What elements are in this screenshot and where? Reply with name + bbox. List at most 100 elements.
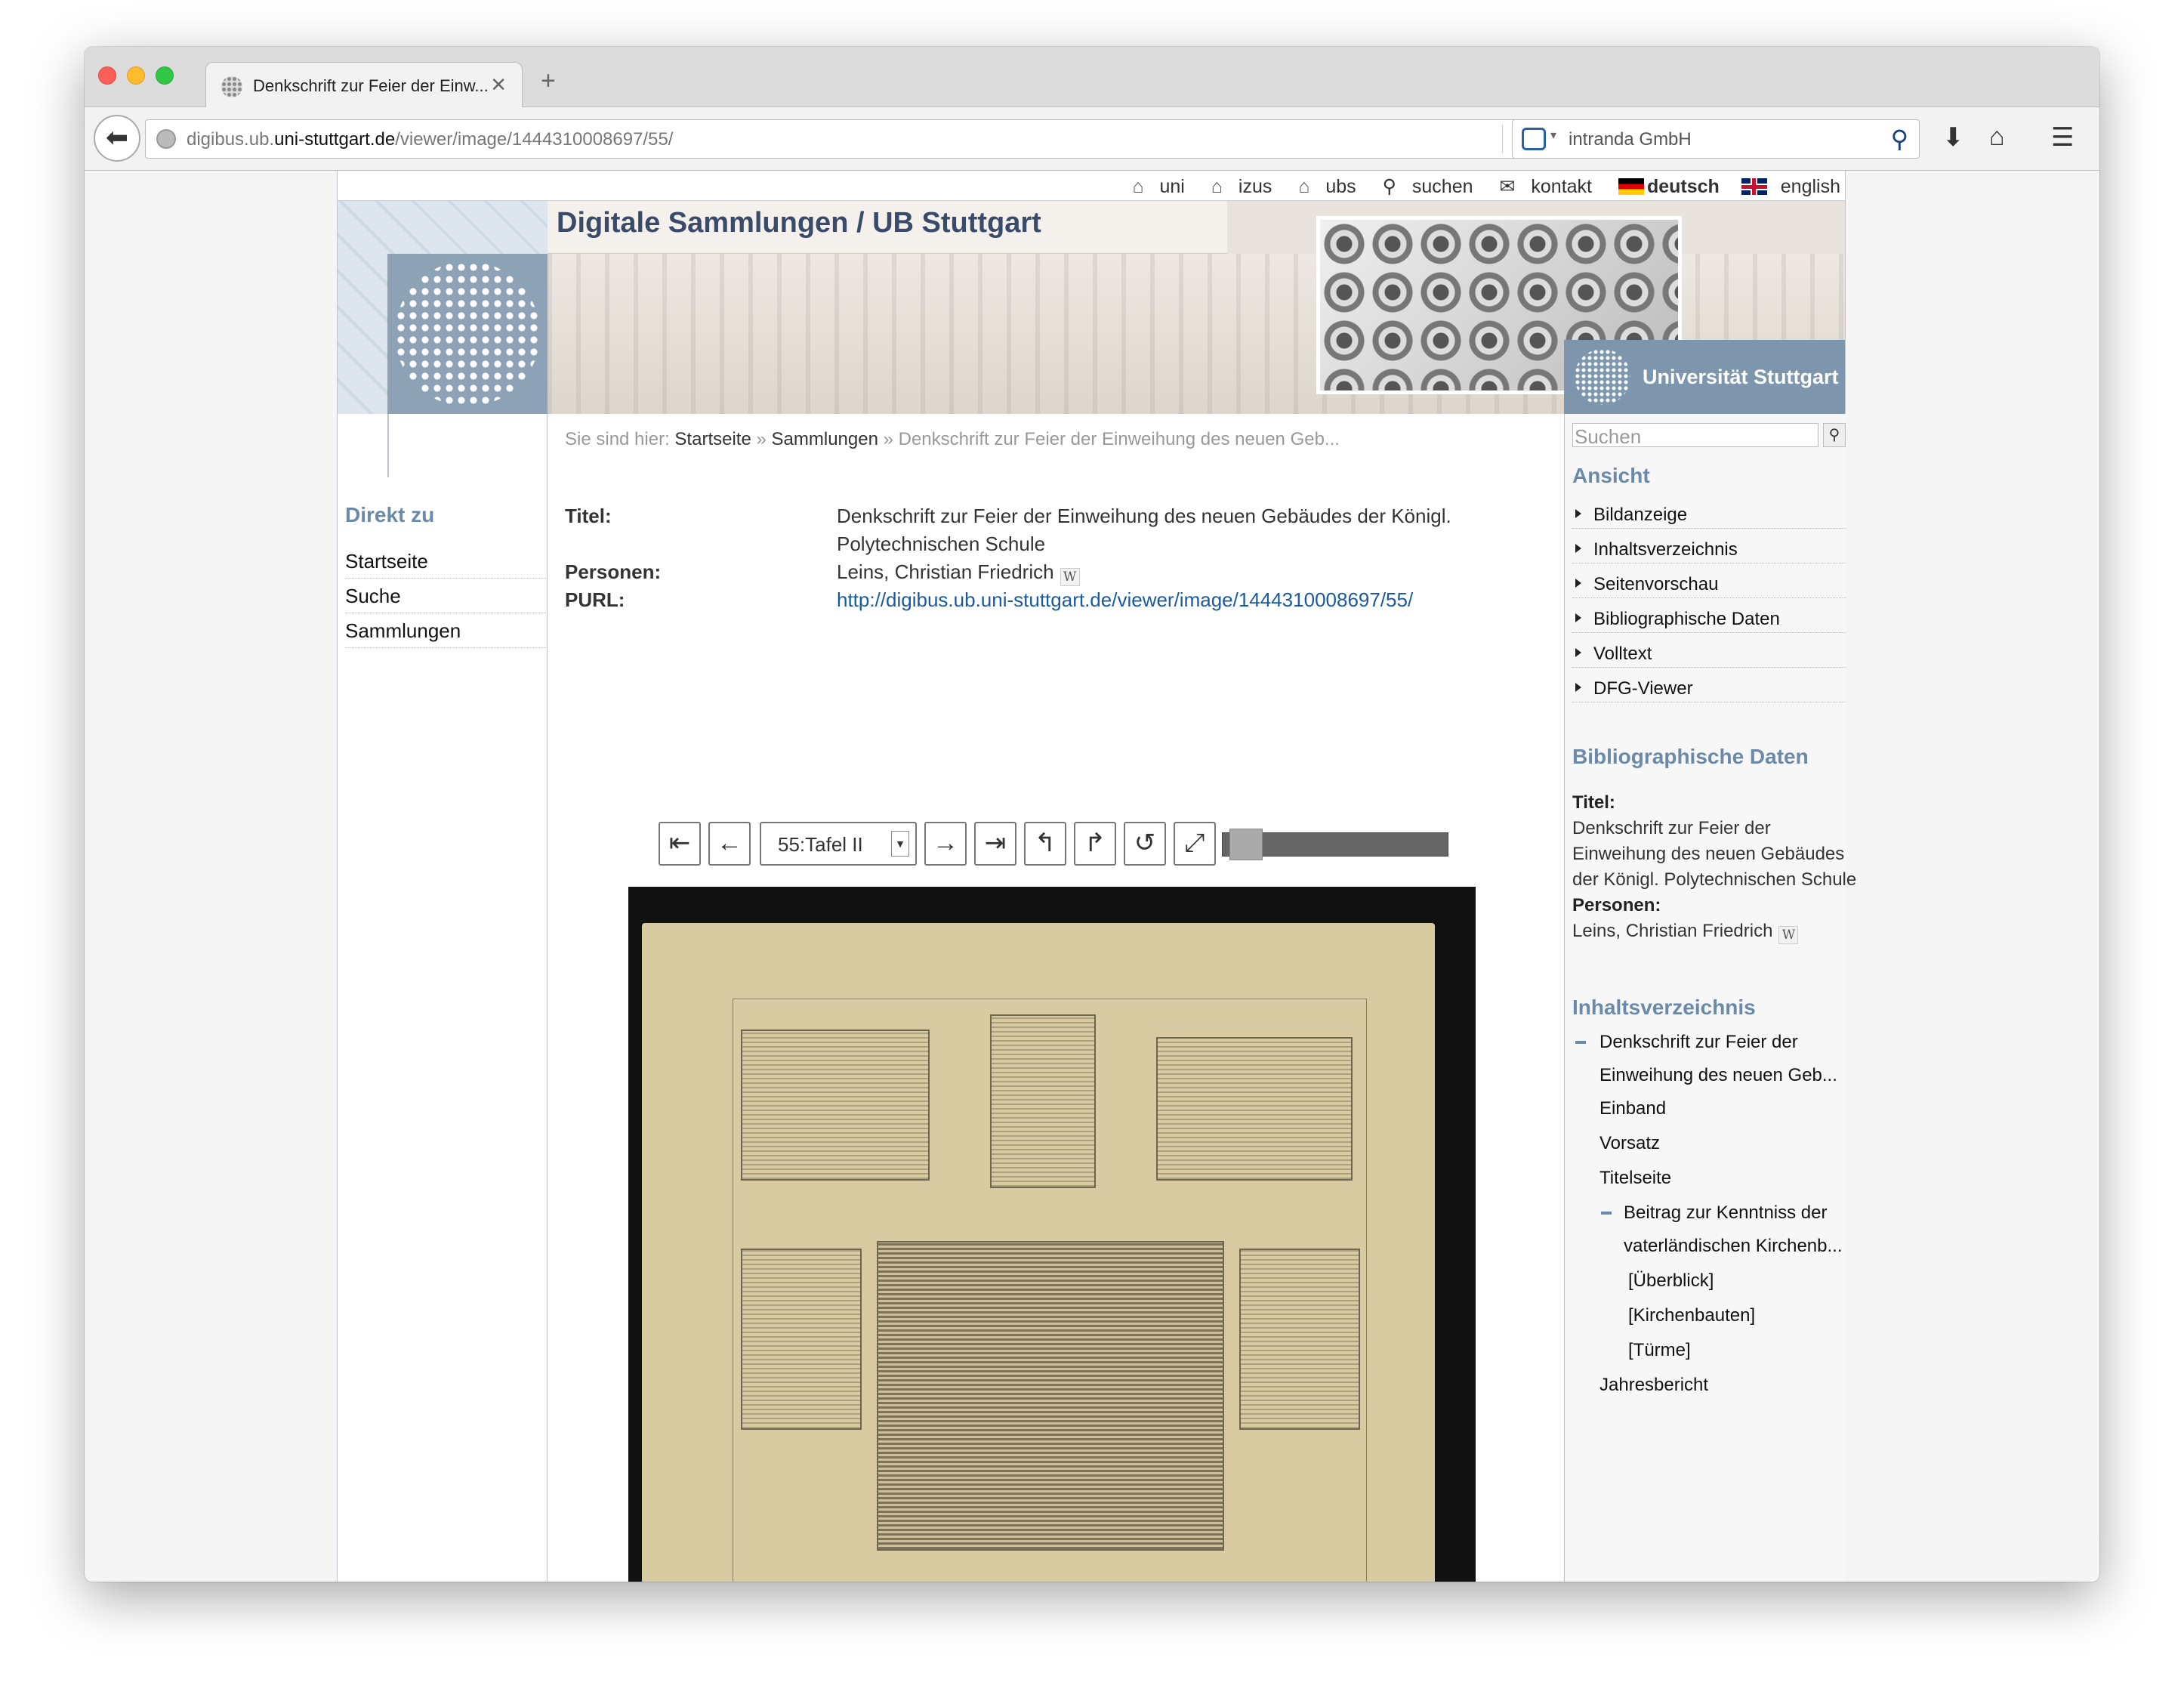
wikipedia-icon[interactable]: W [1778,926,1799,944]
close-tab-icon[interactable]: ✕ [490,73,507,97]
rotate-left-button[interactable]: ↰ [1024,822,1066,866]
floor-plan-drawing [990,1014,1096,1188]
breadcrumb-startseite[interactable]: Startseite [674,429,751,449]
download-icon[interactable]: ⬇ [1942,122,1964,153]
nav-ubs[interactable]: ⌂ ubs [1288,176,1356,197]
bib-titel-line1: Denkschrift zur Feier der [1572,818,1771,838]
toc-kirchenbauten[interactable]: [Kirchenbauten] [1628,1305,1755,1326]
toc-beitrag[interactable]: Beitrag zur Kenntniss der [1624,1202,1827,1224]
nav-uni[interactable]: ⌂ uni [1121,176,1184,197]
wikipedia-icon[interactable]: W [1060,568,1080,586]
zoom-slider-handle[interactable] [1229,829,1263,860]
minimize-window-button[interactable] [127,66,145,85]
site-search-input[interactable]: Suchen [1572,423,1818,448]
toc-ueberblick[interactable]: [Überblick] [1628,1270,1714,1292]
toc-einband[interactable]: Einband [1599,1098,1666,1119]
link-startseite[interactable]: Startseite [345,544,546,579]
nav-english[interactable]: english [1731,176,1840,197]
titel-label: Titel: [565,505,612,527]
search-icon[interactable]: ⚲ [1891,125,1908,153]
house-icon: ⌂ [1298,176,1310,197]
toc-beitrag-line2[interactable]: vaterländischen Kirchenb... [1624,1236,1843,1257]
bib-titel-line2: Einweihung des neuen Gebäudes [1572,844,1845,864]
toc-root-line2[interactable]: Einweihung des neuen Geb... [1599,1065,1837,1086]
zoom-slider[interactable] [1222,829,1448,860]
ansicht-bibliographische-daten[interactable]: Bibliographische Daten [1572,598,1846,633]
site-header: Digitale Sammlungen / UB Stuttgart Unive… [338,201,1845,414]
record-metadata: Titel: Denkschrift zur Feier der Einweihu… [565,505,1547,616]
toc-tuerme[interactable]: [Türme] [1628,1340,1691,1361]
menu-icon[interactable]: ☰ [2051,122,2074,153]
breadcrumb: Sie sind hier: Startseite » Sammlungen »… [565,429,1340,450]
titel-value-line1: Denkschrift zur Feier der Einweihung des… [837,505,1451,527]
ansicht-list: Bildanzeige Inhaltsverzeichnis Seitenvor… [1572,494,1846,702]
personen-value: Leins, Christian Friedrich [837,560,1054,583]
ansicht-dfg-viewer[interactable]: DFG-Viewer [1572,668,1846,702]
breadcrumb-separator: » [756,429,767,449]
browser-search-field[interactable]: ▾ intranda GmbH ⚲ [1512,119,1920,159]
address-bar[interactable]: digibus.ub.uni-stuttgart.de/viewer/image… [145,119,1550,159]
uk-flag-icon [1741,178,1767,195]
breadcrumb-sammlungen[interactable]: Sammlungen [772,429,878,449]
search-engine-icon[interactable] [1522,128,1546,150]
german-flag-icon [1618,178,1644,195]
favicon-icon [221,76,242,97]
search-icon[interactable]: ⚲ [1823,423,1846,447]
nav-izus[interactable]: ⌂ izus [1201,176,1272,197]
link-sammlungen[interactable]: Sammlungen [345,613,546,648]
toc-root[interactable]: Denkschrift zur Feier der [1599,1032,1798,1053]
browser-window: Denkschrift zur Feier der Einw... ✕ + ⬅ … [85,47,2099,1582]
rotate-right-button[interactable]: ↱ [1074,822,1116,866]
page-scan-image[interactable] [628,887,1476,1582]
fullscreen-button[interactable]: ⤢ [1174,822,1216,866]
navigation-bar: ⬅ digibus.ub.uni-stuttgart.de/viewer/ima… [85,107,2099,171]
nav-deutsch[interactable]: deutsch [1608,176,1720,197]
previous-page-button[interactable]: ← [708,822,751,866]
browser-tab[interactable]: Denkschrift zur Feier der Einw... ✕ [205,62,523,109]
first-page-button[interactable]: ⇤ [659,822,701,866]
globe-icon [156,129,176,149]
breadcrumb-prefix: Sie sind hier: [565,429,670,449]
back-button[interactable]: ⬅ [94,115,140,162]
maximize-window-button[interactable] [156,66,174,85]
top-navigation: ⌂ uni ⌂ izus ⌂ ubs ⚲ suchen ✉ kontakt de… [338,171,1845,201]
university-stuttgart-logo[interactable]: Universität Stuttgart [1564,340,1845,414]
bib-personen-label: Personen: [1572,895,1661,915]
ansicht-inhaltsverzeichnis[interactable]: Inhaltsverzeichnis [1572,529,1846,563]
new-tab-icon[interactable]: + [541,66,556,96]
reset-rotation-button[interactable]: ↺ [1124,822,1166,866]
breadcrumb-current: » Denkschrift zur Feier der Einweihung d… [883,429,1340,449]
house-icon: ⌂ [1132,176,1144,197]
nav-suchen[interactable]: ⚲ suchen [1372,176,1473,197]
main-content: Sie sind hier: Startseite » Sammlungen »… [548,414,1563,1582]
toc-titelseite[interactable]: Titelseite [1599,1168,1671,1189]
ansicht-volltext[interactable]: Volltext [1572,633,1846,668]
titel-value-line2: Polytechnischen Schule [837,532,1046,555]
link-suche[interactable]: Suche [345,579,546,613]
last-page-button[interactable]: ⇥ [974,822,1016,866]
chevron-down-icon[interactable]: ▾ [1550,128,1556,143]
abbey-engraving [877,1241,1224,1551]
personen-label: Personen: [565,560,662,583]
scan-paper [642,923,1435,1582]
ansicht-seitenvorschau[interactable]: Seitenvorschau [1572,563,1846,598]
close-window-button[interactable] [98,66,116,85]
home-icon[interactable]: ⌂ [1989,122,2005,152]
toc-jahresbericht[interactable]: Jahresbericht [1599,1375,1708,1396]
site-title: Digitale Sammlungen / UB Stuttgart [548,201,1227,254]
collapse-icon[interactable] [1575,1041,1586,1044]
university-logo-icon [387,254,548,414]
chevron-down-icon: ▼ [891,831,909,857]
purl-link[interactable]: http://digibus.ub.uni-stuttgart.de/viewe… [837,588,1413,612]
toc-vorsatz[interactable]: Vorsatz [1599,1133,1660,1154]
purl-label: PURL: [565,588,625,611]
church-drawing [741,1030,930,1181]
nav-kontakt[interactable]: ✉ kontakt [1488,176,1592,197]
ansicht-bildanzeige[interactable]: Bildanzeige [1572,494,1846,529]
collapse-icon[interactable] [1601,1212,1612,1215]
url-text: digibus.ub.uni-stuttgart.de/viewer/image… [187,129,674,150]
page-viewport: ⌂ uni ⌂ izus ⌂ ubs ⚲ suchen ✉ kontakt de… [85,171,2099,1582]
next-page-button[interactable]: → [924,822,967,866]
divider [387,414,389,477]
page-select[interactable]: 55:Tafel II ▼ [760,822,917,866]
